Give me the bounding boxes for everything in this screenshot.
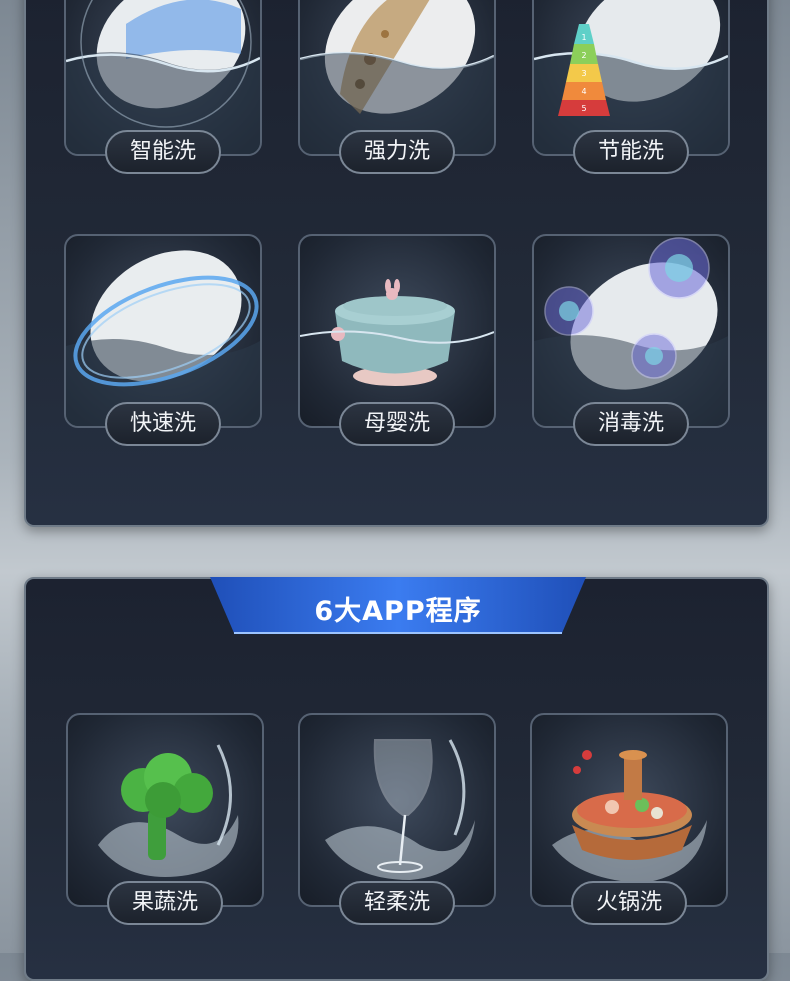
program-card-baby[interactable]: 母婴洗 (298, 234, 496, 446)
svg-text:3: 3 (581, 69, 586, 78)
plate-quick-icon (66, 236, 260, 426)
program-label: 智能洗 (105, 130, 221, 174)
svg-text:5: 5 (581, 104, 586, 113)
program-label: 果蔬洗 (107, 881, 223, 925)
broccoli-icon (68, 715, 262, 905)
program-card-eco[interactable]: 1 2 3 4 5 节能洗 (532, 0, 730, 174)
program-card-heavy[interactable]: 强力洗 (298, 0, 496, 174)
program-label: 节能洗 (573, 130, 689, 174)
svg-text:1: 1 (581, 33, 586, 42)
program-panel-top: 智能洗 强力洗 1 2 3 4 5 节能洗 快速洗 母婴洗 消毒洗 (24, 0, 769, 527)
program-label: 强力洗 (339, 130, 455, 174)
program-card-hotpot[interactable]: 火锅洗 (530, 713, 728, 925)
section-title: 6大APP程序 (314, 596, 482, 627)
program-card-gentle[interactable]: 轻柔洗 (298, 713, 496, 925)
program-label: 母婴洗 (339, 402, 455, 446)
app-program-panel: 6大APP程序 果蔬洗 轻柔洗 火锅洗 (24, 577, 769, 981)
program-card-smart[interactable]: 智能洗 (64, 0, 262, 174)
program-label: 消毒洗 (573, 402, 689, 446)
program-label: 火锅洗 (571, 881, 687, 925)
section-banner: 6大APP程序 (210, 577, 586, 637)
program-label: 快速洗 (105, 402, 221, 446)
plate-sterilize-icon (534, 236, 728, 426)
program-card-quick[interactable]: 快速洗 (64, 234, 262, 446)
wine-glass-icon (300, 715, 494, 905)
hotpot-icon (532, 715, 726, 905)
program-card-vegetable[interactable]: 果蔬洗 (66, 713, 264, 925)
program-label: 轻柔洗 (339, 881, 455, 925)
svg-text:2: 2 (581, 51, 586, 60)
baby-bowl-icon (300, 236, 494, 426)
svg-text:4: 4 (581, 87, 586, 96)
program-card-sterilize[interactable]: 消毒洗 (532, 234, 730, 446)
